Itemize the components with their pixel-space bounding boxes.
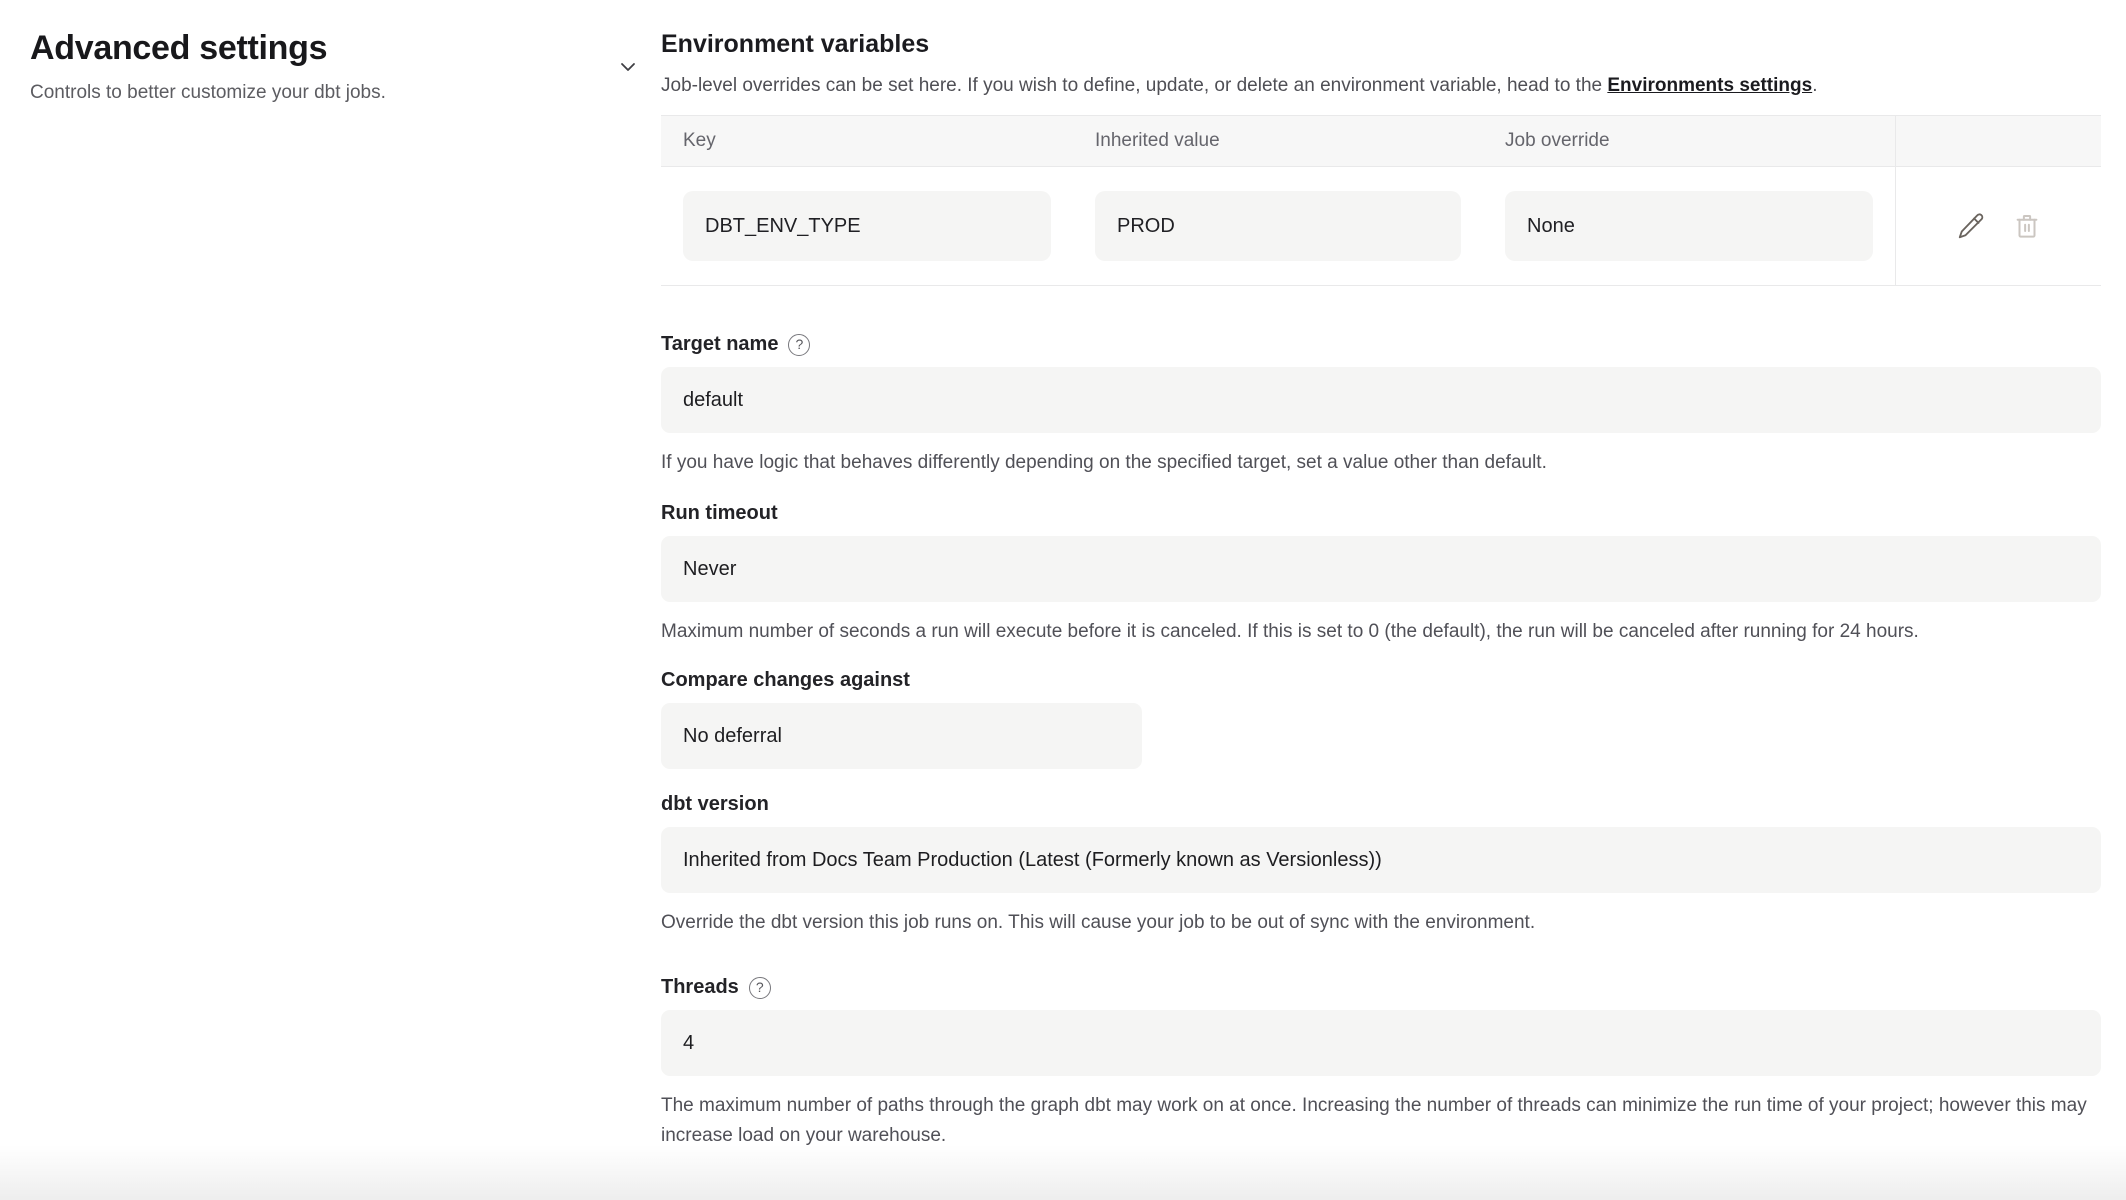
section-content: Environment variables Job-level override… — [661, 0, 2126, 1151]
edit-env-var-button[interactable] — [1956, 211, 1986, 241]
column-header-inherited-value: Inherited value — [1073, 130, 1483, 152]
env-var-key-value: DBT_ENV_TYPE — [683, 191, 1051, 261]
advanced-settings-section: Advanced settings Controls to better cus… — [0, 0, 2126, 1151]
field-target-name: Target name ? default If you have logic … — [661, 331, 2101, 478]
help-icon[interactable]: ? — [749, 977, 771, 999]
threads-label-text: Threads — [661, 974, 739, 1001]
env-vars-description-period: . — [1812, 75, 1817, 96]
collapse-section-button[interactable] — [613, 52, 643, 82]
field-dbt-version: dbt version Inherited from Docs Team Pro… — [661, 791, 2101, 938]
target-name-label-text: Target name — [661, 331, 778, 358]
column-header-key: Key — [661, 130, 1073, 152]
section-descriptor: Advanced settings Controls to better cus… — [0, 0, 661, 106]
env-var-override-cell: None — [1483, 191, 1895, 261]
advanced-settings-page: Advanced settings Controls to better cus… — [0, 0, 2126, 1200]
threads-label: Threads ? — [661, 974, 2101, 1001]
help-icon[interactable]: ? — [788, 334, 810, 356]
env-vars-description-text: Job-level overrides can be set here. If … — [661, 75, 1607, 96]
field-run-timeout: Run timeout Never Maximum number of seco… — [661, 500, 2101, 647]
environments-settings-link[interactable]: Environments settings — [1607, 75, 1812, 96]
chevron-down-icon — [616, 55, 640, 79]
dbt-version-helper: Override the dbt version this job runs o… — [661, 908, 2101, 938]
env-vars-title: Environment variables — [661, 28, 2101, 60]
target-name-label: Target name ? — [661, 331, 2101, 358]
env-vars-table: Key Inherited value Job override DBT_ENV… — [661, 115, 2101, 286]
run-timeout-helper: Maximum number of seconds a run will exe… — [661, 617, 2101, 647]
env-vars-description: Job-level overrides can be set here. If … — [661, 73, 2101, 98]
trash-icon — [2012, 211, 2042, 241]
dbt-version-label: dbt version — [661, 791, 2101, 818]
threads-helper: The maximum number of paths through the … — [661, 1091, 2101, 1151]
delete-env-var-button[interactable] — [2012, 211, 2042, 241]
column-header-job-override: Job override — [1483, 130, 1895, 152]
compare-changes-label: Compare changes against — [661, 667, 2101, 694]
table-row: DBT_ENV_TYPE PROD None — [661, 167, 2101, 285]
run-timeout-input[interactable]: Never — [661, 536, 2101, 602]
dbt-version-select[interactable]: Inherited from Docs Team Production (Lat… — [661, 827, 2101, 893]
field-compare-changes: Compare changes against No deferral — [661, 667, 2101, 769]
column-header-actions — [1895, 116, 2101, 166]
page-title: Advanced settings — [30, 28, 661, 68]
threads-input[interactable]: 4 — [661, 1010, 2101, 1076]
env-var-override-value: None — [1505, 191, 1873, 261]
env-var-inherited-value: PROD — [1095, 191, 1461, 261]
env-var-actions-cell — [1895, 167, 2101, 285]
pencil-icon — [1956, 211, 1986, 241]
env-var-key-cell: DBT_ENV_TYPE — [661, 191, 1073, 261]
run-timeout-label: Run timeout — [661, 500, 2101, 527]
compare-changes-select[interactable]: No deferral — [661, 703, 1142, 769]
env-var-inherited-cell: PROD — [1073, 191, 1483, 261]
bottom-fade-gradient — [0, 1145, 2126, 1200]
field-threads: Threads ? 4 The maximum number of paths … — [661, 974, 2101, 1151]
page-subtitle: Controls to better customize your dbt jo… — [30, 80, 661, 106]
target-name-helper: If you have logic that behaves different… — [661, 448, 2101, 478]
target-name-input[interactable]: default — [661, 367, 2101, 433]
env-vars-table-header: Key Inherited value Job override — [661, 116, 2101, 167]
